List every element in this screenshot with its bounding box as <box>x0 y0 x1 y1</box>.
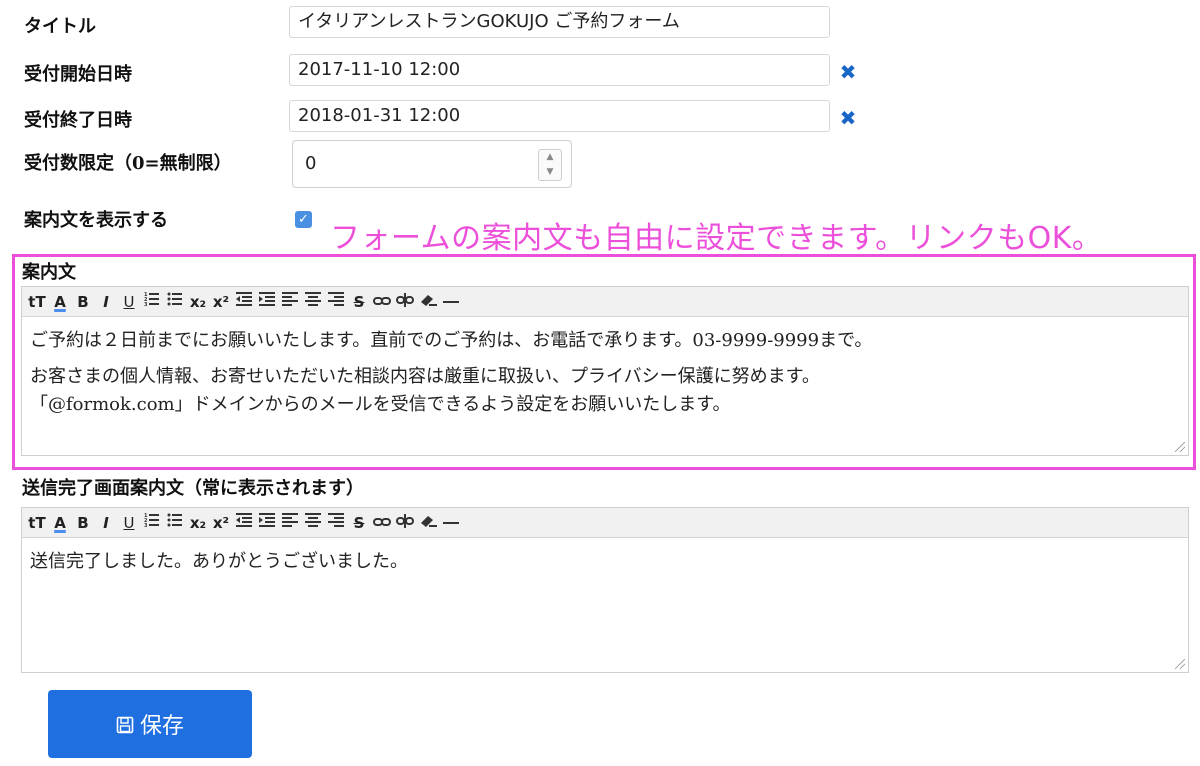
end-date-input[interactable]: 2018-01-31 12:00 <box>289 100 830 132</box>
end-date-clear-icon[interactable]: ✖ <box>838 108 858 128</box>
align-left-icon[interactable] <box>281 512 299 534</box>
start-date-input[interactable]: 2017-11-10 12:00 <box>289 54 830 86</box>
show-guide-checkbox[interactable]: ✓ <box>295 211 312 228</box>
subscript-icon[interactable]: x₂ <box>189 512 207 534</box>
guide-editor-label: 案内文 <box>22 262 76 283</box>
guide-editor: tT A B I U 123 x₂ x² S ご予約は２日前までにお願いいたしま… <box>21 286 1189 456</box>
italic-icon[interactable]: I <box>97 512 115 534</box>
limit-stepper[interactable]: 0 ▲ ▼ <box>292 140 572 188</box>
end-date-label: 受付終了日時 <box>24 110 132 131</box>
save-button[interactable]: 保存 <box>48 690 252 758</box>
align-right-icon[interactable] <box>327 512 345 534</box>
stepper-arrows[interactable]: ▲ ▼ <box>538 149 562 181</box>
annotation-text: フォームの案内文も自由に設定できます。リンクもOK。 <box>330 221 1103 256</box>
superscript-icon[interactable]: x² <box>212 512 230 534</box>
align-left-icon[interactable] <box>281 291 299 313</box>
svg-text:3: 3 <box>144 302 148 307</box>
horizontal-rule-icon[interactable] <box>442 512 460 534</box>
font-size-icon[interactable]: tT <box>28 291 46 313</box>
resize-handle-icon[interactable] <box>1175 659 1185 669</box>
guide-line-1: ご予約は２日前までにお願いいたします。直前でのご予約は、お電話で承ります。03-… <box>30 330 873 351</box>
ordered-list-icon[interactable]: 123 <box>143 291 161 313</box>
outdent-icon[interactable] <box>235 512 253 534</box>
indent-icon[interactable] <box>258 291 276 313</box>
outdent-icon[interactable] <box>235 291 253 313</box>
align-right-icon[interactable] <box>327 291 345 313</box>
floppy-disk-icon <box>116 715 134 734</box>
done-editor-body[interactable]: 送信完了しました。ありがとうございました。 <box>22 538 1188 586</box>
start-date-clear-icon[interactable]: ✖ <box>838 62 858 82</box>
align-center-icon[interactable] <box>304 512 322 534</box>
superscript-icon[interactable]: x² <box>212 291 230 313</box>
bold-icon[interactable]: B <box>74 291 92 313</box>
horizontal-rule-icon[interactable] <box>442 291 460 313</box>
font-size-icon[interactable]: tT <box>28 512 46 534</box>
underline-icon[interactable]: U <box>120 291 138 313</box>
font-color-icon[interactable]: A <box>51 512 69 534</box>
link-icon[interactable] <box>373 512 391 534</box>
title-label: タイトル <box>24 16 96 37</box>
eraser-icon[interactable] <box>419 291 437 313</box>
done-editor-label: 送信完了画面案内文（常に表示されます） <box>22 478 364 499</box>
limit-label: 受付数限定（0=無制限） <box>24 153 232 174</box>
strikethrough-icon[interactable]: S <box>350 512 368 534</box>
resize-handle-icon[interactable] <box>1175 442 1185 452</box>
ordered-list-icon[interactable]: 123 <box>143 512 161 534</box>
limit-value[interactable]: 0 <box>305 153 316 174</box>
done-line-1: 送信完了しました。ありがとうございました。 <box>30 551 408 572</box>
show-guide-label: 案内文を表示する <box>24 210 168 231</box>
svg-text:3: 3 <box>144 523 148 528</box>
eraser-icon[interactable] <box>419 512 437 534</box>
guide-line-3: 「@formok.com」ドメインからのメールを受信できるよう設定をお願いいたし… <box>30 394 731 415</box>
link-icon[interactable] <box>373 291 391 313</box>
unlink-icon[interactable] <box>396 291 414 313</box>
done-toolbar: tT A B I U 123 x₂ x² S <box>22 508 1188 538</box>
guide-toolbar: tT A B I U 123 x₂ x² S <box>22 287 1188 317</box>
font-color-icon[interactable]: A <box>51 291 69 313</box>
unordered-list-icon[interactable] <box>166 512 184 534</box>
underline-icon[interactable]: U <box>120 512 138 534</box>
guide-line-2: お客さまの個人情報、お寄せいただいた相談内容は厳重に取扱い、プライバシー保護に努… <box>30 366 820 387</box>
guide-editor-body[interactable]: ご予約は２日前までにお願いいたします。直前でのご予約は、お電話で承ります。03-… <box>22 317 1188 429</box>
bold-icon[interactable]: B <box>74 512 92 534</box>
title-input[interactable]: イタリアンレストランGOKUJO ご予約フォーム <box>289 6 830 38</box>
subscript-icon[interactable]: x₂ <box>189 291 207 313</box>
stepper-down-icon[interactable]: ▼ <box>539 165 561 180</box>
unlink-icon[interactable] <box>396 512 414 534</box>
align-center-icon[interactable] <box>304 291 322 313</box>
strikethrough-icon[interactable]: S <box>350 291 368 313</box>
done-editor: tT A B I U 123 x₂ x² S 送信完了しました。ありがとうござい… <box>21 507 1189 673</box>
save-button-label: 保存 <box>139 714 184 739</box>
indent-icon[interactable] <box>258 512 276 534</box>
start-date-label: 受付開始日時 <box>24 64 132 85</box>
stepper-up-icon[interactable]: ▲ <box>539 150 561 165</box>
unordered-list-icon[interactable] <box>166 291 184 313</box>
italic-icon[interactable]: I <box>97 291 115 313</box>
